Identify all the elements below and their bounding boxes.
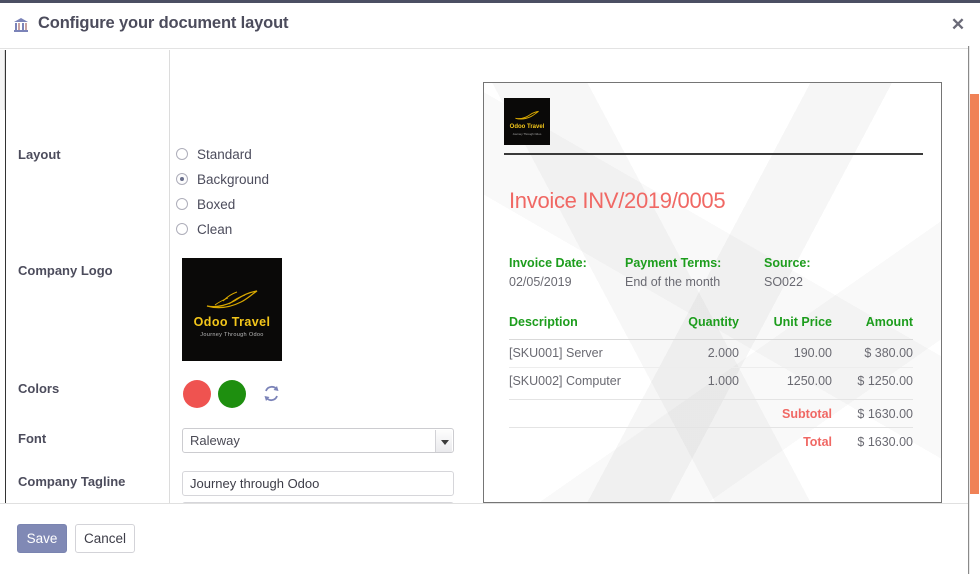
refresh-icon[interactable] bbox=[262, 384, 281, 403]
dialog-body: Layout Standard Background Boxed Clean C… bbox=[0, 50, 980, 503]
radio-option-clean[interactable]: Clean bbox=[176, 218, 232, 240]
column-header-unit-price: Unit Price bbox=[773, 315, 832, 329]
save-button[interactable]: Save bbox=[17, 524, 67, 553]
table-header-row: Description Quantity Unit Price Amount bbox=[509, 315, 913, 340]
dialog-header: Configure your document layout ✕ bbox=[0, 3, 980, 49]
total-value: $ 1630.00 bbox=[857, 435, 913, 449]
configure-document-layout-dialog: Configure your document layout ✕ Layout … bbox=[0, 0, 980, 574]
totals-row-subtotal: Subtotal $ 1630.00 bbox=[509, 399, 913, 427]
radio-label-boxed: Boxed bbox=[197, 196, 236, 212]
radio-indicator-boxed bbox=[176, 198, 188, 210]
table-row: [SKU002] Computer 1.000 1250.00 $ 1250.0… bbox=[509, 368, 913, 396]
preview-meta-invoice-date: Invoice Date: 02/05/2019 bbox=[509, 256, 587, 289]
vertical-scrollbar-thumb[interactable] bbox=[970, 94, 979, 494]
total-label: Total bbox=[803, 435, 832, 449]
radio-option-boxed[interactable]: Boxed bbox=[176, 193, 235, 215]
cell-quantity: 1.000 bbox=[707, 374, 739, 388]
table-row: [SKU001] Server 2.000 190.00 $ 380.00 bbox=[509, 340, 913, 368]
preview-logo: Odoo Travel Journey Through Odoo bbox=[504, 98, 550, 145]
cell-description: [SKU001] Server bbox=[509, 346, 603, 360]
radio-indicator-standard bbox=[176, 148, 188, 160]
company-logo-label: Company Logo bbox=[18, 263, 113, 278]
preview-meta-value: 02/05/2019 bbox=[509, 275, 572, 289]
radio-label-standard: Standard bbox=[197, 146, 252, 162]
font-select[interactable]: Raleway bbox=[182, 428, 454, 453]
totals-row-total: Total $ 1630.00 bbox=[509, 427, 913, 455]
cancel-button[interactable]: Cancel bbox=[75, 524, 135, 553]
preview-background: Odoo Travel Journey Through Odoo Invoice… bbox=[484, 83, 941, 502]
column-header-description: Description bbox=[509, 315, 578, 329]
radio-option-background[interactable]: Background bbox=[176, 168, 269, 190]
font-select-value: Raleway bbox=[190, 433, 240, 448]
preview-bird-logo-icon bbox=[515, 110, 539, 120]
logo-company-tagline: Journey Through Odoo bbox=[200, 332, 264, 338]
subtotal-label: Subtotal bbox=[782, 407, 832, 421]
close-icon[interactable]: ✕ bbox=[948, 15, 968, 35]
vertical-scrollbar-track[interactable] bbox=[969, 46, 980, 574]
chevron-down-icon bbox=[435, 430, 452, 452]
layout-label: Layout bbox=[18, 147, 61, 162]
column-header-amount: Amount bbox=[865, 315, 913, 329]
bank-icon bbox=[12, 16, 30, 34]
bird-logo-icon bbox=[206, 290, 258, 309]
preview-totals: Subtotal $ 1630.00 Total $ 1630.00 bbox=[509, 399, 913, 455]
layout-form: Layout Standard Background Boxed Clean C… bbox=[6, 50, 470, 503]
preview-meta-source: Source: SO022 bbox=[764, 256, 811, 289]
cell-quantity: 2.000 bbox=[707, 346, 739, 360]
preview-meta-value: End of the month bbox=[625, 275, 721, 289]
radio-option-standard[interactable]: Standard bbox=[176, 143, 252, 165]
cell-unit-price: 190.00 bbox=[793, 346, 832, 360]
preview-meta-label: Invoice Date: bbox=[509, 256, 587, 270]
colors-label: Colors bbox=[18, 381, 60, 396]
cell-unit-price: 1250.00 bbox=[786, 374, 832, 388]
company-tagline-input[interactable] bbox=[182, 471, 454, 496]
font-label: Font bbox=[18, 431, 47, 446]
form-divider bbox=[169, 50, 170, 503]
subtotal-value: $ 1630.00 bbox=[857, 407, 913, 421]
primary-color-swatch[interactable] bbox=[183, 380, 211, 408]
company-tagline-label: Company Tagline bbox=[18, 474, 126, 489]
preview-meta-payment-terms: Payment Terms: End of the month bbox=[625, 256, 721, 289]
document-preview: Odoo Travel Journey Through Odoo Invoice… bbox=[483, 82, 942, 503]
preview-logo-name: Odoo Travel bbox=[509, 124, 545, 130]
preview-invoice-title: Invoice INV/2019/0005 bbox=[509, 188, 726, 213]
column-header-quantity: Quantity bbox=[688, 315, 739, 329]
radio-indicator-background bbox=[176, 173, 188, 185]
secondary-color-swatch[interactable] bbox=[218, 380, 246, 408]
company-logo-image[interactable]: Odoo Travel Journey Through Odoo bbox=[182, 258, 282, 361]
logo-company-name: Odoo Travel bbox=[193, 315, 271, 329]
page-title: Configure your document layout bbox=[38, 14, 289, 32]
preview-meta-label: Source: bbox=[764, 256, 811, 270]
radio-label-clean: Clean bbox=[197, 221, 233, 237]
radio-label-background: Background bbox=[197, 171, 270, 187]
cell-amount: $ 380.00 bbox=[864, 346, 913, 360]
dialog-footer: Save Cancel bbox=[0, 503, 980, 574]
preview-logo-tagline: Journey Through Odoo bbox=[512, 132, 542, 136]
cell-description: [SKU002] Computer bbox=[509, 374, 621, 388]
preview-header-rule bbox=[504, 153, 923, 155]
cell-amount: $ 1250.00 bbox=[857, 374, 913, 388]
preview-meta-label: Payment Terms: bbox=[625, 256, 722, 270]
preview-meta-value: SO022 bbox=[764, 275, 803, 289]
radio-indicator-clean bbox=[176, 223, 188, 235]
preview-lines-table: Description Quantity Unit Price Amount [… bbox=[509, 315, 913, 396]
